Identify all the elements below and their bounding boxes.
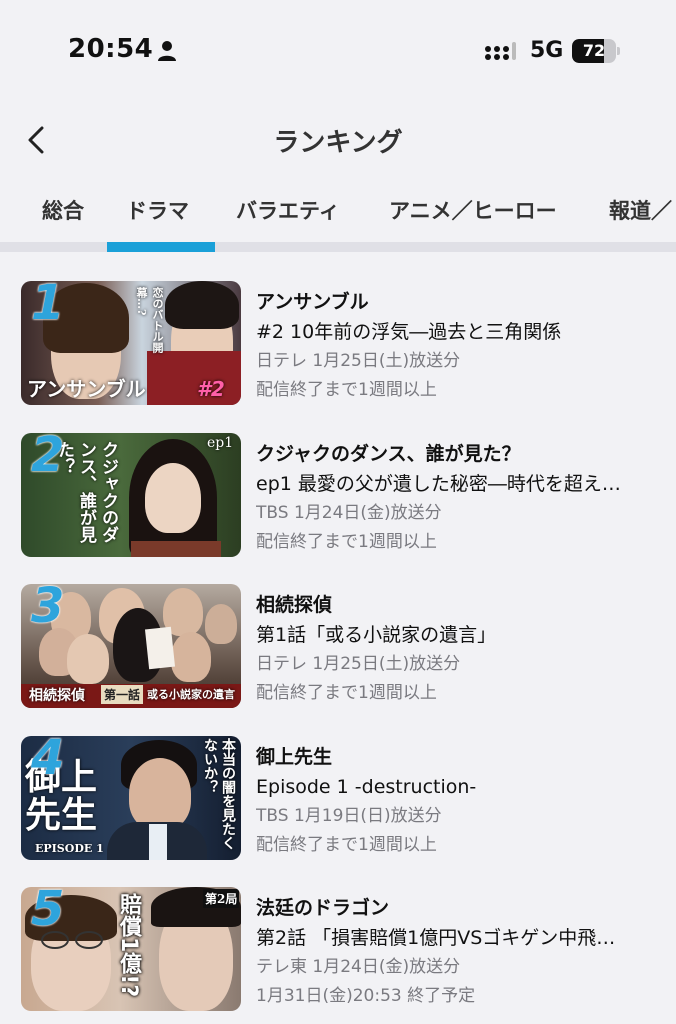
thumbnail-episode: 第一話 xyxy=(101,685,144,704)
item-availability: 1月31日(金)20:53 終了予定 xyxy=(256,986,476,1006)
status-time: 20:54 xyxy=(68,34,154,64)
thumbnail-title: アンサンブル xyxy=(27,377,146,401)
battery-level: 72 xyxy=(582,41,606,60)
network-label: 5G xyxy=(530,38,564,63)
item-broadcast: 日テレ 1月25日(土)放送分 xyxy=(256,654,461,674)
item-title: 相続探偵 xyxy=(256,594,333,616)
tab-variety[interactable]: バラエティ xyxy=(236,190,340,236)
item-broadcast: 日テレ 1月25日(土)放送分 xyxy=(256,351,461,371)
active-tab-indicator xyxy=(107,242,215,252)
item-broadcast: テレ東 1月24日(金)放送分 xyxy=(256,957,461,977)
item-availability: 配信終了まで1週間以上 xyxy=(256,835,437,855)
battery-icon: 72 xyxy=(572,39,620,63)
ranking-item[interactable]: 賠償1億!? 第2局 5 法廷のドラゴン 第2話 「損害賠償1億円VSゴキゲン中… xyxy=(0,887,676,1024)
thumbnail-episode: #2 xyxy=(197,377,225,401)
thumbnail-title: 賠償1億!? xyxy=(116,893,141,998)
thumbnail-caption: 恋のバトル開幕…? xyxy=(135,287,164,353)
item-info: 相続探偵 第1話「或る小説家の遺言」 日テレ 1月25日(土)放送分 配信終了ま… xyxy=(256,590,666,708)
item-episode: 第1話「或る小説家の遺言」 xyxy=(256,624,497,646)
item-info: クジャクのダンス、誰が見た？ ep1 最愛の父が遺した秘密―時代を超え… TBS… xyxy=(256,439,666,557)
thumbnail: 相続探偵 第一話 或る小説家の遺言 3 xyxy=(21,584,241,708)
tab-overall[interactable]: 総合 xyxy=(42,190,84,236)
item-info: 御上先生 Episode 1 -destruction- TBS 1月19日(日… xyxy=(256,742,666,860)
thumbnail-episode: EPISODE 1 xyxy=(35,842,104,855)
item-episode: 第2話 「損害賠償1億円VSゴキゲン中飛… xyxy=(256,927,616,949)
item-broadcast: TBS 1月24日(金)放送分 xyxy=(256,503,442,523)
item-availability: 配信終了まで1週間以上 xyxy=(256,380,437,400)
item-info: 法廷のドラゴン 第2話 「損害賠償1億円VSゴキゲン中飛… テレ東 1月24日(… xyxy=(256,893,666,1011)
ranking-item[interactable]: クジャクのダンス、誰が見た？ ep1 2 クジャクのダンス、誰が見た？ ep1 … xyxy=(0,433,676,573)
rank-number: 1 xyxy=(31,281,65,331)
rank-number: 2 xyxy=(31,433,65,483)
item-title: 法廷のドラゴン xyxy=(256,897,390,919)
thumbnail: 御上先生 EPISODE 1 本当の闇を見たくないか？ 4 xyxy=(21,736,241,860)
thumbnail: アンサンブル #2 恋のバトル開幕…? 1 xyxy=(21,281,241,405)
thumbnail-caption: 或る小説家の遺言 xyxy=(147,688,235,701)
rank-number: 4 xyxy=(31,736,65,786)
item-title: 御上先生 xyxy=(256,746,333,768)
tab-news[interactable]: 報道／ xyxy=(609,190,672,236)
status-bar: 20:54 5G 72 xyxy=(0,0,676,100)
tab-drama[interactable]: ドラマ xyxy=(126,190,189,236)
rank-number: 3 xyxy=(31,584,65,634)
person-icon xyxy=(158,41,176,61)
item-episode: ep1 最愛の父が遺した秘密―時代を超え… xyxy=(256,473,621,495)
thumbnail: クジャクのダンス、誰が見た？ ep1 2 xyxy=(21,433,241,557)
ranking-item[interactable]: 御上先生 EPISODE 1 本当の闇を見たくないか？ 4 御上先生 Episo… xyxy=(0,736,676,876)
thumbnail-caption: 本当の闇を見たくないか？ xyxy=(202,738,236,850)
signal-icon xyxy=(485,42,516,60)
page-title: ランキング xyxy=(273,128,403,158)
item-availability: 配信終了まで1週間以上 xyxy=(256,683,437,703)
thumbnail-episode: ep1 xyxy=(207,435,234,451)
item-title: クジャクのダンス、誰が見た？ xyxy=(256,443,521,465)
tab-divider xyxy=(0,242,676,252)
ranking-item[interactable]: アンサンブル #2 恋のバトル開幕…? 1 アンサンブル #2 10年前の浮気―… xyxy=(0,281,676,421)
item-episode: Episode 1 -destruction- xyxy=(256,776,477,798)
thumbnail-title: 相続探偵 xyxy=(29,688,85,704)
rank-number: 5 xyxy=(31,887,65,937)
thumbnail: 賠償1億!? 第2局 5 xyxy=(21,887,241,1011)
tab-anime-hero[interactable]: アニメ／ヒーロー xyxy=(389,190,557,236)
item-title: アンサンブル xyxy=(256,291,369,313)
item-broadcast: TBS 1月19日(日)放送分 xyxy=(256,806,442,826)
ranking-item[interactable]: 相続探偵 第一話 或る小説家の遺言 3 相続探偵 第1話「或る小説家の遺言」 日… xyxy=(0,584,676,724)
item-info: アンサンブル #2 10年前の浮気―過去と三角関係 日テレ 1月25日(土)放送… xyxy=(256,287,666,405)
thumbnail-episode: 第2局 xyxy=(203,889,240,908)
item-availability: 配信終了まで1週間以上 xyxy=(256,532,437,552)
item-episode: #2 10年前の浮気―過去と三角関係 xyxy=(256,321,562,343)
